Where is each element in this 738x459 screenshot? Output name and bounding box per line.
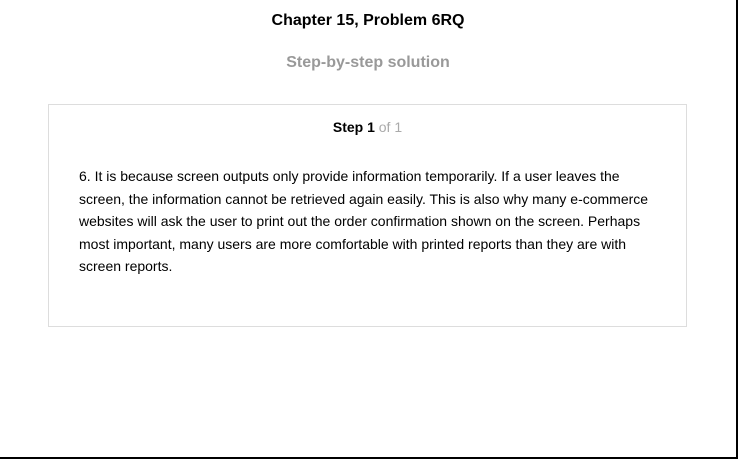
page-title: Chapter 15, Problem 6RQ	[271, 12, 465, 29]
solution-card: Step 1 of 1 6. It is because screen outp…	[48, 104, 687, 327]
step-count: of 1	[378, 119, 403, 135]
step-label: Step 1	[332, 119, 375, 135]
step-header: Step 1 of 1	[49, 118, 686, 136]
step-body-text: 6. It is because screen outputs only pro…	[79, 168, 649, 275]
page-subtitle: Step-by-step solution	[286, 54, 450, 71]
